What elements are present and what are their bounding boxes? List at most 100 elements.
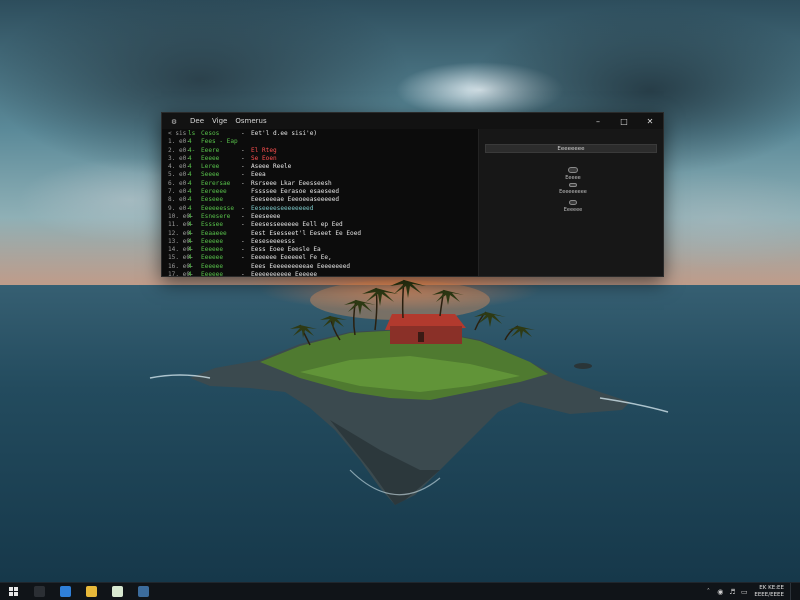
console-c2: Eeeeeesse (201, 204, 235, 212)
console-c3: - (241, 212, 245, 220)
show-desktop-button[interactable] (790, 583, 800, 600)
console-c3: - (241, 163, 245, 171)
terminal-icon[interactable]: ⚙ (166, 113, 182, 129)
chat-icon (111, 586, 123, 597)
console-c3 (241, 196, 251, 204)
console-c1: 4- (188, 146, 196, 154)
console-ln: 9. e0- (168, 204, 191, 212)
console-c4: Eeea (251, 171, 266, 179)
network-icon[interactable]: ◉ (714, 583, 726, 600)
console-line: 10. e0- 4 Esnesere - Eeeseeee (168, 213, 478, 221)
panel-item-label: Eeeeeeeee (559, 189, 587, 195)
console-ln: 3. e0- (168, 154, 191, 162)
console-line: 9. e0- 4 Eeeeeesse - Eeseeeeseeeeeeeed (168, 205, 478, 213)
console-c1: 4 (188, 229, 192, 237)
console-c3: - (241, 221, 245, 229)
console-line: 4. e0- 4 Leree - Aseee Reele (168, 163, 478, 171)
console-c4: Fssssee Eerasoe esaeseed (251, 188, 340, 196)
console-ln: 16. e0- (168, 262, 194, 270)
console-line: 14. e0- 4 Eeeeee - Eess Eoee Eeesle Ea (168, 246, 478, 254)
console-c4: Eees Eeeeeeeeeeae Eeeeeeeed (251, 262, 351, 270)
console-output[interactable]: < sis ls Cesos - Eet'l d.ee sisi'e) 1. e0- 4 Fe… (162, 129, 478, 276)
clock-date: EEEE/EEEE (754, 592, 784, 598)
console-c2: Seeee (201, 171, 220, 179)
title-bar[interactable]: ⚙ Dee Vige Osmerus – □ ✕ (162, 113, 663, 129)
console-c4: Aseee Reele (251, 163, 292, 171)
console-ln: 14. e0- (168, 246, 194, 254)
console-ln: 4. e0- (168, 163, 191, 171)
console-c2: Eeeeee (201, 271, 224, 276)
console-c4: Eeesesseeeeee Eell ep Eed (251, 221, 343, 229)
console-c4: Eeseseeeesss (251, 237, 296, 245)
cloud-icon (568, 167, 578, 173)
console-c4: Eeeeeee Eeeeeel Fe Ee, (251, 254, 332, 262)
console-ln: 12. e0- (168, 229, 194, 237)
console-c2: Eeeee (201, 154, 220, 162)
console-c1: 4 (188, 212, 192, 220)
panel-item-label: Eeeee (565, 175, 581, 181)
console-c2: Eeere (201, 146, 220, 154)
menu-item[interactable]: Osmerus (235, 117, 266, 125)
console-c4: Eeeeeeeeeee Eeeeee (251, 271, 318, 276)
console-line: 2. e0- 4- Eeere - El Rteg (168, 147, 478, 155)
console-ln: < sis (168, 130, 187, 137)
console-c3: - (241, 146, 245, 154)
start-button[interactable] (0, 583, 26, 600)
taskbar-app-button[interactable] (26, 583, 52, 600)
console-ln: 1. e0- (168, 138, 191, 146)
console-c3: - (241, 171, 245, 179)
console-c3: - (241, 130, 245, 137)
console-c2: Esssee (201, 221, 224, 229)
terminal-window[interactable]: ⚙ Dee Vige Osmerus – □ ✕ < sis ls Cesos - Ee… (161, 112, 664, 277)
console-c4: Eess Eoee Eeesle Ea (251, 246, 321, 254)
console-c4: El Rteg (251, 146, 277, 154)
console-c4: Eet'l d.ee sisi'e) (251, 130, 318, 137)
console-c3: - (241, 254, 245, 262)
console-c3: - (241, 237, 245, 245)
console-ln: 2. e0- (168, 146, 191, 154)
battery-icon[interactable]: ▭ (738, 583, 750, 600)
system-tray: ˆ ◉ ♬ ▭ EK KE:EE EEEE/EEEE (702, 583, 800, 600)
panel-header[interactable]: Eeeeeeee (485, 144, 657, 153)
clock[interactable]: EK KE:EE EEEE/EEEE (754, 585, 784, 599)
console-c4: Eeeseeee (251, 212, 281, 220)
console-ln: 7. e0- (168, 188, 191, 196)
console-c2: Eereeee (201, 188, 227, 196)
clock-time: EK KE:EE (759, 585, 784, 591)
panel-item[interactable]: Eeeeee (549, 200, 597, 213)
console-c4: Eeseeeeseeeeeeeed (251, 204, 314, 212)
console-line: 12. e0- 4 Eeaaeee Eest Esesseet'l Eeseet Ee… (168, 230, 478, 238)
browser-icon (59, 586, 71, 597)
panel-item[interactable]: Eeeeeeeee (549, 183, 597, 195)
panel-item[interactable]: Eeeee (549, 167, 597, 181)
console-ln: 6. e0- (168, 179, 191, 187)
maximize-icon: □ (620, 116, 628, 126)
taskbar: ˆ ◉ ♬ ▭ EK KE:EE EEEE/EEEE (0, 582, 800, 600)
console-c1: 4 (188, 262, 192, 270)
maximize-button[interactable]: □ (611, 113, 637, 129)
menu-item[interactable]: Dee (190, 117, 204, 125)
console-c3: - (241, 154, 245, 162)
console-line: < sis ls Cesos - Eet'l d.ee sisi'e) (168, 130, 478, 138)
minimize-button[interactable]: – (585, 113, 611, 129)
console-c4: Se Eoen (251, 154, 277, 162)
console-c4: Eest Esesseet'l Eeseet Ee Eoed (251, 229, 362, 237)
console-c1: 4 (188, 254, 192, 262)
menu-item[interactable]: Vige (212, 117, 227, 125)
taskbar-app-button[interactable] (130, 583, 156, 600)
console-c1: ls (188, 130, 196, 137)
taskbar-app-button[interactable] (52, 583, 78, 600)
windows-logo-icon (8, 587, 18, 596)
console-c3 (241, 263, 251, 271)
chevron-up-icon[interactable]: ˆ (702, 583, 714, 600)
console-c2: Eeeeee (201, 246, 224, 254)
volume-icon[interactable]: ♬ (726, 583, 738, 600)
console-c1: 4 (188, 163, 192, 171)
console-c1: 4 (188, 221, 192, 229)
console-c2: Cesos (201, 130, 220, 137)
console-c1: 4 (188, 271, 192, 276)
close-button[interactable]: ✕ (637, 113, 663, 129)
console-c2: Eeeeee (201, 254, 224, 262)
taskbar-app-button[interactable] (78, 583, 104, 600)
taskbar-app-button[interactable] (104, 583, 130, 600)
